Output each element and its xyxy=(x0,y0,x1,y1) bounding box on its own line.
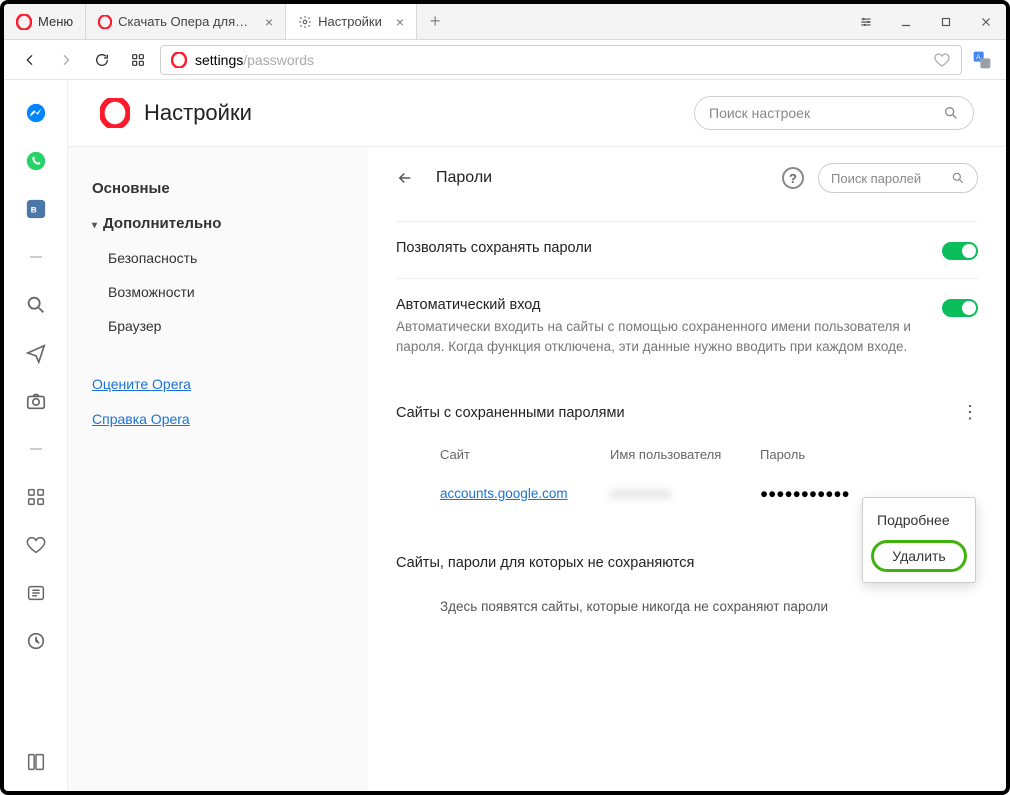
allow-save-passwords-label: Позволять сохранять пароли xyxy=(396,240,922,256)
titlebar: Меню Скачать Опера для комп... × Настрой… xyxy=(4,4,1006,40)
saved-username: xxxxxxxxx xyxy=(610,486,760,501)
help-icon[interactable]: ? xyxy=(782,167,804,189)
chevron-down-icon: ▾ xyxy=(92,220,97,231)
bookmarks-icon[interactable] xyxy=(23,532,49,558)
search-sidebar-icon[interactable] xyxy=(23,292,49,318)
heart-icon[interactable] xyxy=(933,51,951,69)
password-search-placeholder: Поиск паролей xyxy=(831,171,921,186)
extensions-icon[interactable] xyxy=(23,484,49,510)
password-table-header: Сайт Имя пользователя Пароль xyxy=(396,437,978,472)
context-menu-details[interactable]: Подробнее xyxy=(863,504,975,536)
saved-site-link[interactable]: accounts.google.com xyxy=(440,486,568,501)
more-menu-icon[interactable]: ⋮ xyxy=(961,402,978,423)
opera-logo-icon xyxy=(16,14,32,30)
auto-login-title: Автоматический вход xyxy=(396,297,922,313)
window-controls xyxy=(846,4,1006,39)
mini-sidebar: в xyxy=(4,80,68,791)
address-bar[interactable]: settings/passwords xyxy=(160,45,962,75)
translate-button[interactable]: A xyxy=(970,48,994,72)
maximize-button[interactable] xyxy=(926,4,966,40)
nav-basic[interactable]: Основные xyxy=(92,171,344,206)
tab-settings[interactable]: Настройки × xyxy=(286,4,417,39)
context-menu-delete[interactable]: Удалить xyxy=(871,540,967,572)
search-icon xyxy=(951,171,965,185)
tabs-row: Скачать Опера для комп... × Настройки × … xyxy=(86,4,846,39)
close-window-button[interactable] xyxy=(966,4,1006,40)
forward-button[interactable] xyxy=(52,46,80,74)
nav-rate-opera[interactable]: Оцените Opera xyxy=(92,376,191,392)
svg-text:в: в xyxy=(30,205,36,216)
new-tab-button[interactable]: + xyxy=(417,4,453,39)
auto-login-row: Автоматический вход Автоматически входит… xyxy=(396,278,978,374)
opera-logo-icon xyxy=(98,15,112,29)
easy-setup-button[interactable] xyxy=(846,4,886,40)
col-password: Пароль xyxy=(760,447,978,462)
tab-download-opera[interactable]: Скачать Опера для комп... × xyxy=(86,4,286,39)
nav-help-opera[interactable]: Справка Opera xyxy=(92,411,190,427)
back-button[interactable] xyxy=(16,46,44,74)
saved-sites-title: Сайты с сохраненными паролями ⋮ xyxy=(396,402,978,423)
vk-icon[interactable]: в xyxy=(23,196,49,222)
svg-text:A: A xyxy=(976,54,981,61)
nav-security[interactable]: Безопасность xyxy=(92,241,344,275)
row-context-menu: Подробнее Удалить xyxy=(862,497,976,583)
settings-header: Настройки Поиск настроек xyxy=(68,80,1006,147)
news-icon[interactable] xyxy=(23,580,49,606)
reload-button[interactable] xyxy=(88,46,116,74)
settings-search-input[interactable]: Поиск настроек xyxy=(694,96,974,130)
menu-label: Меню xyxy=(38,14,73,29)
messenger-icon[interactable] xyxy=(23,100,49,126)
allow-save-passwords-toggle[interactable] xyxy=(942,242,978,260)
address-bar-row: settings/passwords A xyxy=(4,40,1006,80)
close-icon[interactable]: × xyxy=(265,14,273,30)
auto-login-toggle[interactable] xyxy=(942,299,978,317)
url-text: settings/passwords xyxy=(195,52,314,68)
search-icon xyxy=(943,105,959,121)
gear-icon xyxy=(298,15,312,29)
allow-save-passwords-row: Позволять сохранять пароли xyxy=(396,221,978,278)
settings-search-placeholder: Поиск настроек xyxy=(709,105,810,121)
password-search-input[interactable]: Поиск паролей xyxy=(818,163,978,193)
tab-label: Скачать Опера для комп... xyxy=(118,14,251,29)
separator xyxy=(23,436,49,462)
history-icon[interactable] xyxy=(23,628,49,654)
nav-advanced[interactable]: ▾Дополнительно xyxy=(92,206,344,241)
opera-logo-icon xyxy=(100,98,130,128)
settings-nav: Основные ▾Дополнительно Безопасность Воз… xyxy=(68,147,368,791)
whatsapp-icon[interactable] xyxy=(23,148,49,174)
minimize-button[interactable] xyxy=(886,4,926,40)
close-icon[interactable]: × xyxy=(396,14,404,30)
snapshot-icon[interactable] xyxy=(23,388,49,414)
never-sites-empty-text: Здесь появятся сайты, которые никогда не… xyxy=(396,585,978,628)
settings-panel: Пароли ? Поиск паролей Позволять сохраня… xyxy=(368,147,1006,791)
nav-features[interactable]: Возможности xyxy=(92,275,344,309)
panel-title: Пароли xyxy=(436,169,492,187)
col-site: Сайт xyxy=(440,447,610,462)
nav-browser[interactable]: Браузер xyxy=(92,309,344,343)
back-arrow-icon[interactable] xyxy=(396,169,414,187)
separator xyxy=(23,244,49,270)
send-icon[interactable] xyxy=(23,340,49,366)
speed-dial-button[interactable] xyxy=(124,46,152,74)
sidebar-settings-icon[interactable] xyxy=(23,749,49,775)
opera-menu-button[interactable]: Меню xyxy=(4,4,86,39)
page-title: Настройки xyxy=(144,100,252,126)
tab-label: Настройки xyxy=(318,14,382,29)
auto-login-desc: Автоматически входить на сайты с помощью… xyxy=(396,317,922,356)
opera-logo-icon xyxy=(171,52,187,68)
col-user: Имя пользователя xyxy=(610,447,760,462)
